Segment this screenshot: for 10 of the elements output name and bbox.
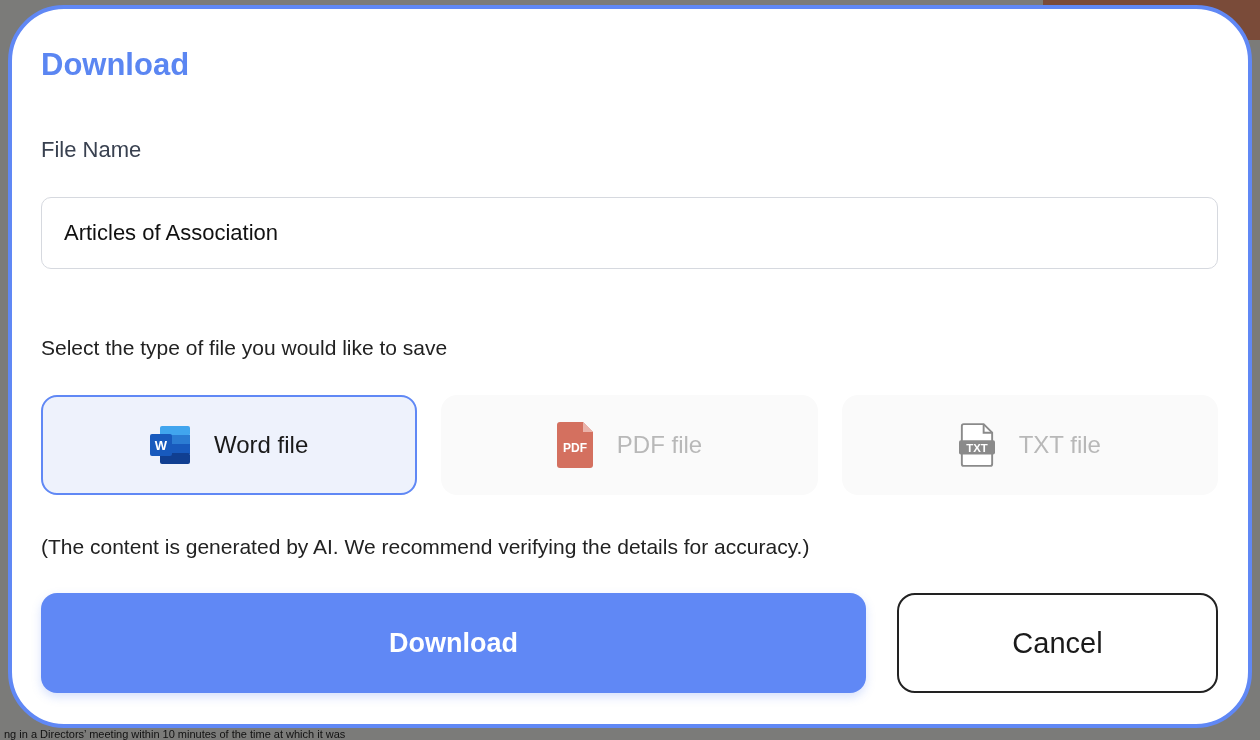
file-icon: PDF <box>556 422 593 468</box>
field-label: File Name <box>41 136 142 164</box>
disclaimer-text: (The content is generated by AI. We recommend verifying the details for accuracy.) <box>41 534 810 560</box>
file-icon: TXT <box>958 422 995 468</box>
file-name-input[interactable]: Articles of Association <box>41 197 1218 269</box>
file-type-option[interactable]: W Word file <box>41 395 418 495</box>
document-text: ng in a Directors’ meeting within 10 minutes of the time at which it was <box>3 728 346 740</box>
cancel-button[interactable]: Cancel <box>897 593 1218 693</box>
type-prompt: Select the type of file you would like to save <box>41 335 448 361</box>
dialog-title: Download <box>41 47 190 83</box>
